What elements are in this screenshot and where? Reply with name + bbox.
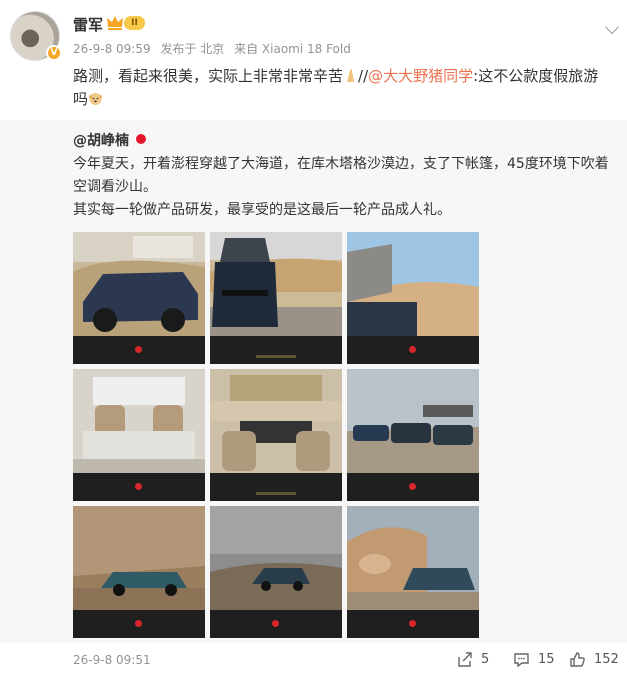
thumbs-up-icon [570,652,585,667]
repost-text-line2: 其实每一轮做产品研发，最享受的是这最后一轮产品成人礼。 [73,202,451,218]
photo-suv-rear-tent[interactable] [210,232,342,364]
suv-rear-photo [210,232,342,336]
tent-window-photo [347,232,479,336]
photo-suv-rock-sign[interactable] [347,506,479,638]
post-device: 来自 Xiaomi 18 Fold [234,42,351,56]
post-meta: 26-9-8 09:59 发布于 北京 来自 Xiaomi 18 Fold [73,40,357,57]
suv-rock-photo [347,506,479,610]
post-footer: 26-9-8 09:51 5 15 152 [0,643,627,679]
pray-emoji-icon [347,69,355,82]
photo-interior-table[interactable] [73,369,205,501]
post-text-before: 路测，看起来很美，实际上非常非常辛苦 [73,67,344,85]
repost-card[interactable]: @胡峥楠 今年夏天，开着澎程穿越了大海道，在库木塔格沙漠边，支了下帐篷，45度环… [0,120,627,643]
level-badge: II [124,16,145,30]
photo-suv-cloudy-desert[interactable] [210,506,342,638]
photo-tent-view-front-seats[interactable] [210,369,342,501]
photo-tent-window-dunes[interactable] [347,232,479,364]
suv-tent-photo [73,232,205,336]
post-text: 路测，看起来很美，实际上非常非常辛苦//@大大野猪同学:这不公款度假旅游吗 [73,65,613,111]
comment-icon [514,653,529,668]
comment-button[interactable]: 15 [513,651,555,668]
repost-text: 今年夏天，开着澎程穿越了大海道，在库木塔格沙漠边，支了下帐篷，45度环境下吹着空… [73,153,613,222]
footer-time[interactable]: 26-9-8 09:51 [73,653,151,667]
like-button[interactable]: 152 [569,651,619,668]
chevron-down-icon[interactable] [604,19,620,35]
share-button[interactable]: 5 [456,651,489,668]
verified-icon: V [46,45,62,61]
like-count: 152 [594,652,619,667]
mention-link[interactable]: @大大野猪同学 [368,67,473,85]
post-location: 发布于 北京 [160,42,225,56]
post-username[interactable]: 雷军 [73,14,103,35]
photo-suv-cliff[interactable] [73,506,205,638]
crown-icon [107,16,123,30]
three-suvs-photo [347,369,479,473]
suv-cloudy-photo [210,506,342,610]
share-icon [458,652,472,667]
comment-count: 15 [538,652,555,667]
post-text-sep: // [358,67,369,85]
post-header: V 雷军 II 26-9-8 09:59 发布于 北京 来自 Xiaomi 18… [0,0,627,62]
dog-emoji-icon [89,93,103,105]
repost-text-line1: 今年夏天，开着澎程穿越了大海道，在库木塔格沙漠边，支了下帐篷，45度环境下吹着空… [73,156,609,195]
repost-username[interactable]: @胡峥楠 [73,130,129,150]
share-count: 5 [481,652,490,667]
post-time[interactable]: 26-9-8 09:59 [73,42,151,56]
tent-view-photo [210,369,342,473]
suv-cliff-photo [73,506,205,610]
photo-suv-tent-desert[interactable] [73,232,205,364]
weibo-verified-icon [135,133,147,145]
interior-table-photo [73,369,205,473]
photo-three-suvs-landmark[interactable] [347,369,479,501]
